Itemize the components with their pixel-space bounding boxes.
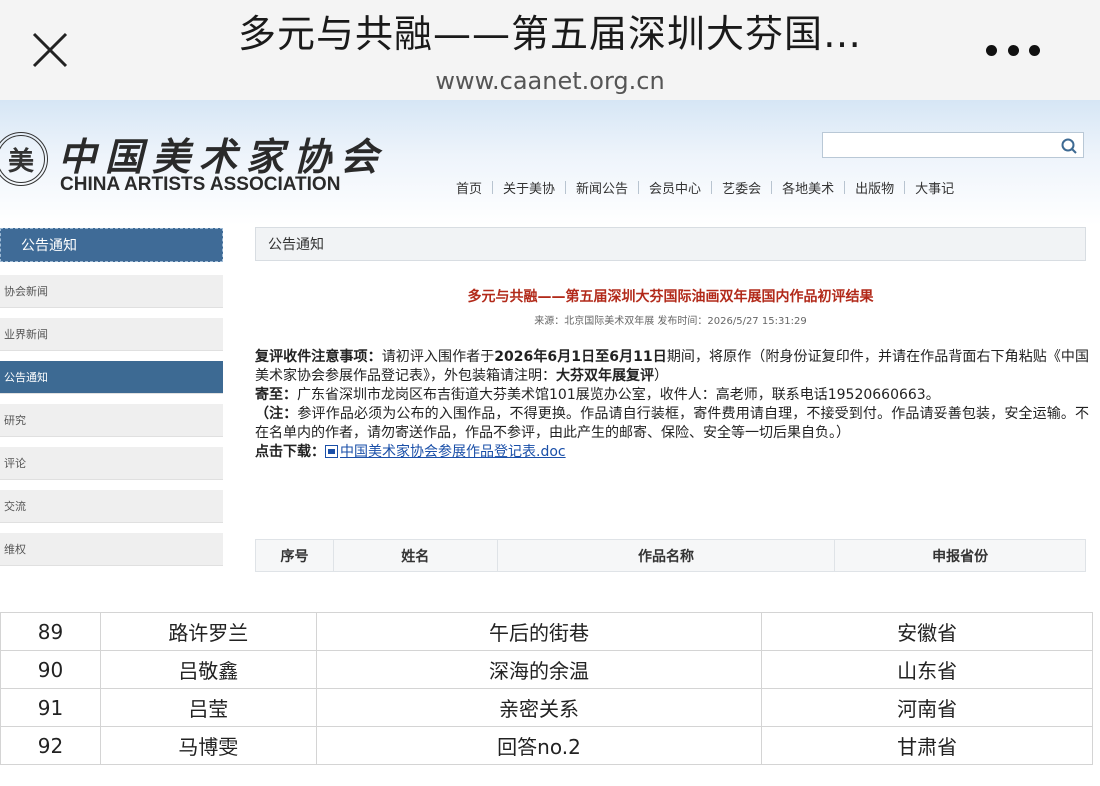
cell-name: 马博雯	[99, 726, 317, 765]
table-row: 92 马博雯 回答no.2 甘肃省	[0, 726, 1093, 765]
column-header-province: 申报省份	[834, 539, 1086, 572]
nav-about[interactable]: 关于美协	[493, 178, 565, 197]
download-label: 点击下载：	[255, 444, 325, 460]
cell-number: 91	[0, 688, 101, 727]
cell-work-title: 回答no.2	[315, 726, 763, 765]
cell-work-title: 午后的街巷	[315, 612, 763, 651]
browser-title-block: 多元与共融——第五届深圳大芬国… www.caanet.org.cn	[110, 6, 990, 98]
logo-seal-icon: 美	[0, 132, 48, 186]
address-label: 寄至：	[255, 387, 297, 403]
nav-home[interactable]: 首页	[446, 178, 492, 197]
sidebar-item-exchange[interactable]: 交流	[0, 490, 223, 523]
notice-dates: 2026年6月1日至6月11日	[494, 349, 667, 365]
notice-paragraph: 复评收件注意事项：请初评入围作者于2026年6月1日至6月11日期间，将原作（附…	[255, 348, 1089, 386]
more-dot-icon	[1007, 44, 1019, 56]
breadcrumb: 公告通知	[255, 227, 1086, 261]
search-input[interactable]	[822, 132, 1084, 158]
nav-regional-art[interactable]: 各地美术	[772, 178, 844, 197]
table-row: 90 吕敬鑫 深海的余温 山东省	[0, 650, 1093, 689]
site-header: 美 中国美术家协会 CHINA ARTISTS ASSOCIATION 首页 关…	[0, 100, 1100, 225]
document-icon	[325, 445, 338, 458]
sidebar-item-research[interactable]: 研究	[0, 404, 223, 437]
notice-emphasis: 大芬双年展复评	[556, 368, 654, 384]
cell-work-title: 深海的余温	[315, 650, 763, 689]
column-header-number: 序号	[255, 539, 334, 572]
results-table: 89 路许罗兰 午后的街巷 安徽省 90 吕敬鑫 深海的余温 山东省 91 吕莹…	[0, 612, 1093, 765]
note-text: 参评作品必须为公布的入围作品，不得更换。作品请自行装框，寄件费用请自理，不接受到…	[255, 406, 1090, 441]
more-dot-icon	[1029, 44, 1040, 56]
cell-province: 山东省	[761, 650, 1093, 689]
cell-number: 89	[0, 612, 101, 651]
notice-text: ）	[654, 368, 668, 384]
browser-page-title: 多元与共融——第五届深圳大芬国…	[237, 12, 862, 56]
notice-text: 请初评入围作者于	[381, 349, 495, 365]
cell-name: 吕敬鑫	[99, 650, 317, 689]
sidebar-item-rights[interactable]: 维权	[0, 533, 223, 566]
cell-name: 吕莹	[99, 688, 317, 727]
nav-members[interactable]: 会员中心	[639, 178, 711, 197]
sidebar-item-industry-news[interactable]: 业界新闻	[0, 318, 223, 351]
notice-label: 复评收件注意事项：	[255, 349, 382, 365]
results-table-header: 序号 姓名 作品名称 申报省份	[255, 539, 1086, 572]
table-row: 91 吕莹 亲密关系 河南省	[0, 688, 1093, 727]
cell-number: 92	[0, 726, 101, 765]
column-header-name: 姓名	[332, 539, 498, 572]
search-icon[interactable]	[1059, 136, 1079, 156]
article-body: 复评收件注意事项：请初评入围作者于2026年6月1日至6月11日期间，将原作（附…	[255, 348, 1089, 462]
logo-english-name: CHINA ARTISTS ASSOCIATION	[60, 174, 341, 195]
cell-province: 河南省	[761, 688, 1093, 727]
download-paragraph: 点击下载： 中国美术家协会参展作品登记表.doc	[255, 443, 1089, 462]
nav-news[interactable]: 新闻公告	[566, 178, 638, 197]
note-label: （注：	[255, 406, 298, 422]
sidebar-item-association-news[interactable]: 协会新闻	[0, 275, 223, 308]
article-title: 多元与共融——第五届深圳大芬国际油画双年展国内作品初评结果	[467, 289, 874, 305]
cell-work-title: 亲密关系	[315, 688, 763, 727]
nav-art-committee[interactable]: 艺委会	[712, 178, 771, 197]
site-logo[interactable]: 美 中国美术家协会 CHINA ARTISTS ASSOCIATION	[0, 130, 380, 200]
logo-chinese-name: 中国美术家协会	[58, 134, 388, 179]
address-text: 广东省深圳市龙岗区布吉街道大芬美术馆101展览办公室，收件人：高老师，联系电话1…	[297, 387, 940, 403]
article-meta: 来源：北京国际美术双年展 发布时间：2026/5/27 15:31:29	[534, 316, 807, 327]
nav-chronicle[interactable]: 大事记	[905, 178, 964, 197]
note-paragraph: （注：参评作品必须为公布的入围作品，不得更换。作品请自行装框，寄件费用请自理，不…	[255, 405, 1089, 443]
cell-name: 路许罗兰	[99, 612, 317, 651]
sidebar-item-reviews[interactable]: 评论	[0, 447, 223, 480]
sidebar-header: 公告通知	[0, 228, 223, 262]
column-header-work-title: 作品名称	[496, 539, 836, 572]
download-link[interactable]: 中国美术家协会参展作品登记表.doc	[340, 444, 566, 460]
sidebar-item-announcements[interactable]: 公告通知	[0, 361, 223, 394]
browser-top-bar: 多元与共融——第五届深圳大芬国… www.caanet.org.cn	[0, 0, 1100, 100]
cell-province: 甘肃省	[761, 726, 1093, 765]
nav-publications[interactable]: 出版物	[845, 178, 904, 197]
table-row: 89 路许罗兰 午后的街巷 安徽省	[0, 612, 1093, 651]
table-header-row: 序号 姓名 作品名称 申报省份	[255, 539, 1086, 572]
address-paragraph: 寄至：广东省深圳市龙岗区布吉街道大芬美术馆101展览办公室，收件人：高老师，联系…	[255, 386, 1089, 405]
close-icon[interactable]	[28, 28, 72, 72]
cell-province: 安徽省	[761, 612, 1093, 651]
browser-url[interactable]: www.caanet.org.cn	[110, 64, 990, 98]
more-menu-icon[interactable]	[986, 28, 1040, 72]
more-dot-icon	[986, 44, 997, 56]
main-nav: 首页 关于美协 新闻公告 会员中心 艺委会 各地美术 出版物 大事记	[446, 178, 964, 197]
cell-number: 90	[0, 650, 101, 689]
